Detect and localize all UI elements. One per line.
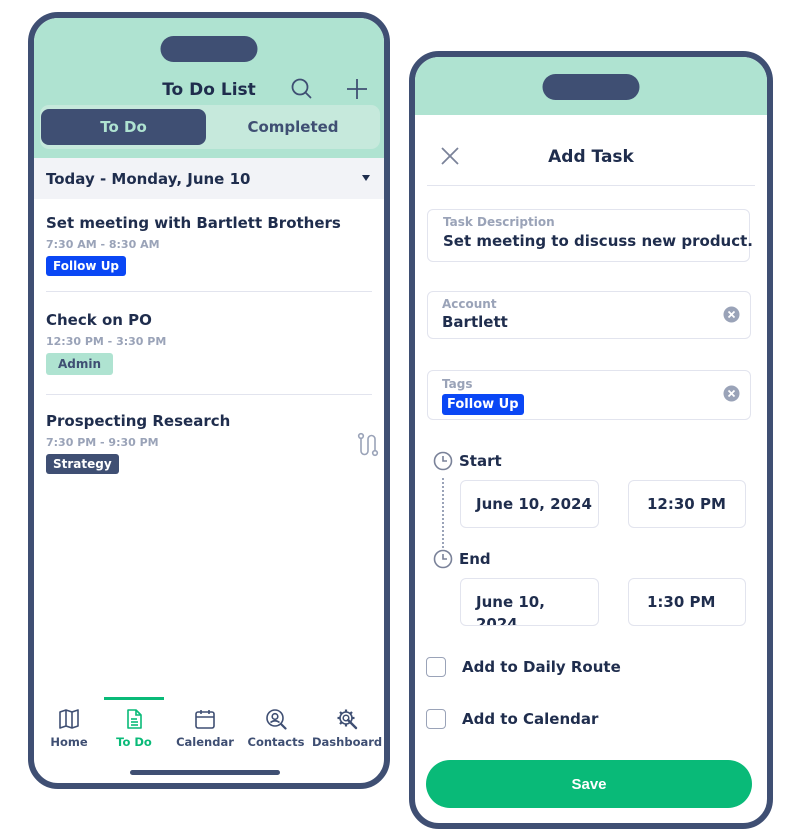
task-time: 7:30 AM - 8:30 AM (46, 238, 160, 251)
nav-dashboard[interactable]: Dashboard (312, 708, 382, 749)
start-date-picker[interactable]: June 10, 2024 (460, 480, 599, 528)
plus-icon (347, 79, 367, 99)
task-title: Set meeting with Bartlett Brothers (46, 214, 341, 232)
active-tab-indicator (104, 697, 164, 700)
save-button[interactable]: Save (426, 760, 752, 808)
task-time: 7:30 PM - 9:30 PM (46, 436, 159, 449)
add-to-daily-route-checkbox[interactable]: Add to Daily Route (426, 657, 621, 677)
clear-icon[interactable] (723, 306, 740, 323)
nav-calendar[interactable]: Calendar (170, 708, 240, 749)
field-value: Bartlett (442, 313, 508, 331)
start-date-value: June 10, 2024 (476, 495, 592, 513)
search-icon (291, 78, 312, 99)
checkbox-label: Add to Calendar (462, 710, 599, 728)
tab-todo[interactable]: To Do (41, 109, 206, 145)
gear-search-icon (337, 709, 358, 730)
task-title: Check on PO (46, 311, 152, 329)
tab-switcher: To Do Completed (40, 105, 380, 149)
field-value: Set meeting to discuss new product. (443, 232, 753, 250)
status-header (415, 57, 767, 115)
tag-chip[interactable]: Follow Up (442, 394, 524, 415)
clear-icon[interactable] (723, 385, 740, 402)
task-tag: Admin (46, 353, 114, 375)
nav-todo[interactable]: To Do (99, 708, 169, 749)
field-label: Task Description (443, 215, 555, 229)
add-task-screen: Add Task Task Description Set meeting to… (409, 51, 773, 829)
home-indicator (130, 770, 280, 775)
nav-label: Calendar (176, 735, 234, 749)
tab-completed[interactable]: Completed (210, 109, 376, 145)
phone-notch (542, 74, 640, 100)
day-group-header[interactable]: Today - Monday, June 10 (34, 158, 384, 199)
end-label: End (459, 550, 491, 568)
contact-search-icon (266, 709, 287, 730)
bottom-nav: Home To Do Calendar Contacts Dashboard (34, 694, 384, 754)
divider (427, 185, 755, 186)
nav-label: Contacts (247, 735, 305, 749)
nav-home[interactable]: Home (34, 708, 104, 749)
start-label: Start (459, 452, 502, 470)
todo-list-screen: To Do List To Do Completed Today - Monda… (28, 12, 390, 789)
task-title: Prospecting Research (46, 412, 231, 430)
task-tag: Follow Up (46, 256, 127, 276)
start-time-picker[interactable]: 12:30 PM (628, 480, 746, 528)
caret-down-icon (362, 175, 370, 181)
page-title: Add Task (548, 147, 634, 167)
divider (46, 394, 372, 395)
nav-contacts[interactable]: Contacts (241, 708, 311, 749)
field-label: Tags (442, 377, 473, 391)
account-field[interactable]: Account Bartlett (427, 291, 751, 339)
timeline-connector (442, 478, 444, 548)
nav-label: To Do (116, 735, 152, 749)
task-item[interactable]: Prospecting Research 7:30 PM - 9:30 PM S… (46, 412, 370, 474)
clock-icon (433, 549, 453, 569)
task-tag: Strategy (46, 454, 119, 474)
end-time-value: 1:30 PM (647, 593, 716, 611)
tags-field[interactable]: Tags Follow Up (427, 370, 751, 420)
todo-header: To Do List To Do Completed (34, 18, 384, 158)
nav-label: Home (50, 735, 88, 749)
document-icon (127, 709, 142, 729)
divider (46, 291, 372, 292)
map-icon (59, 709, 79, 729)
route-icon (357, 432, 379, 457)
phone-notch (160, 36, 258, 62)
search-button[interactable] (289, 76, 315, 102)
end-date-value: June 10, 2024 (476, 593, 545, 626)
day-header-label: Today - Monday, June 10 (46, 169, 251, 188)
route-button[interactable] (356, 432, 380, 458)
nav-label: Dashboard (312, 735, 383, 749)
page-title: To Do List (162, 80, 256, 100)
clock-icon (433, 451, 453, 471)
start-time-value: 12:30 PM (647, 495, 726, 513)
task-description-field[interactable]: Task Description Set meeting to discuss … (427, 209, 753, 262)
add-to-calendar-checkbox[interactable]: Add to Calendar (426, 709, 598, 729)
task-item[interactable]: Set meeting with Bartlett Brothers 7:30 … (46, 214, 370, 276)
field-label: Account (442, 297, 497, 311)
task-time: 12:30 PM - 3:30 PM (46, 335, 167, 348)
task-item[interactable]: Check on PO 12:30 PM - 3:30 PM Admin (46, 311, 370, 375)
add-task-button[interactable] (344, 76, 370, 102)
end-time-picker[interactable]: 1:30 PM (628, 578, 746, 626)
checkbox[interactable] (426, 709, 446, 729)
calendar-icon (195, 710, 215, 729)
end-date-picker[interactable]: June 10, 2024 (460, 578, 599, 626)
checkbox-label: Add to Daily Route (462, 658, 621, 676)
checkbox[interactable] (426, 657, 446, 677)
